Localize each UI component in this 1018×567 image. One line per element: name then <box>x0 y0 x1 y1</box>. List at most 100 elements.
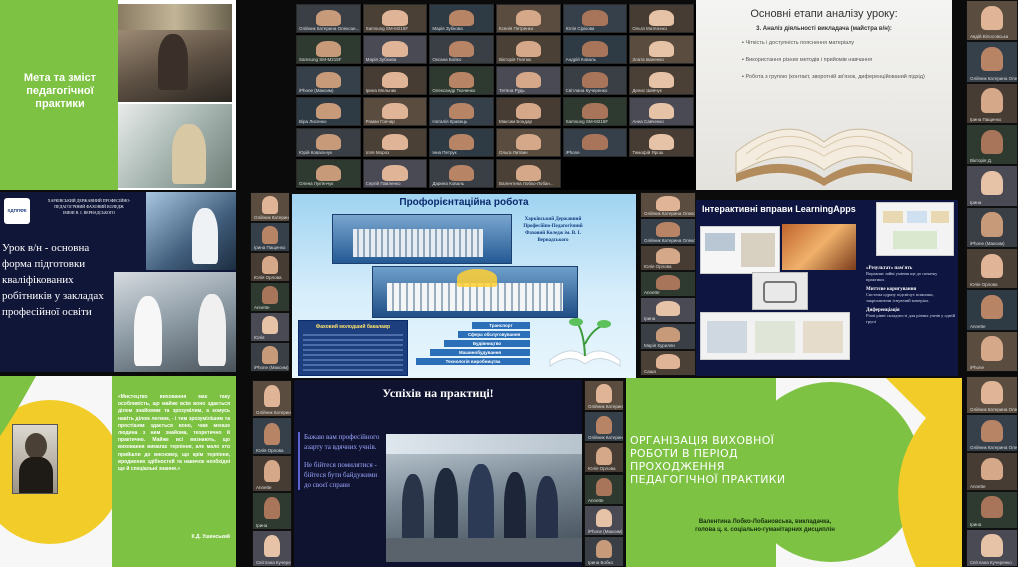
participant-tile[interactable]: Олійник Катерина Олексан... <box>585 381 623 411</box>
participant-tile[interactable]: Юлія Орлова <box>641 245 695 270</box>
lab-photo-bottom <box>118 104 232 188</box>
feature-item: Миттєве коригування Система одразу підсв… <box>866 287 934 303</box>
participant-tile[interactable]: Денис Шевчук <box>629 66 694 95</box>
participant-tile[interactable]: Ірина Мельник <box>362 66 428 95</box>
participant-tile[interactable]: Ольга Литвин <box>496 128 561 157</box>
participant-tile[interactable]: Тетяна Рудь <box>496 66 561 95</box>
participant-name: Максим Бондар <box>499 119 533 124</box>
participant-tile[interactable]: Анна Савченко <box>629 97 694 126</box>
participant-tile[interactable]: Валентина Лобко-Лобан... <box>496 159 561 188</box>
participant-name: Валентина Лобко-Лобан... <box>499 181 554 186</box>
participant-name: Annette <box>588 497 604 503</box>
participant-tile[interactable]: Annette <box>967 290 1017 330</box>
participant-tile[interactable]: Annette <box>967 453 1017 490</box>
participant-tile[interactable]: Віра Лисенко <box>296 97 361 126</box>
participant-name: Annette <box>256 485 272 491</box>
participant-tile[interactable]: Світлана Кучеренко <box>253 530 291 566</box>
participant-tile[interactable]: Олійник Катерина Олексан... <box>253 381 291 417</box>
participant-tile[interactable]: Юлія <box>251 313 289 341</box>
participant-tile[interactable]: Оксана Бойко <box>429 35 494 64</box>
participant-tile[interactable]: iPhone (Максим) <box>967 207 1017 247</box>
quote-panel: «Мистецтво виховання має таку особливіст… <box>112 376 236 567</box>
participant-tile[interactable]: Вікторія Д. <box>967 125 1017 165</box>
participant-tile[interactable]: Марія Зубкова <box>362 35 428 64</box>
participant-tile[interactable]: Марія Курилян <box>641 324 695 349</box>
participant-tile[interactable]: Ірина <box>967 166 1017 206</box>
participant-tile[interactable]: Олійник Катерина Олексан... <box>967 415 1017 452</box>
participant-tile[interactable]: Злата Іваненко <box>629 35 694 64</box>
participant-name: Олійник Катерина Олексан... <box>970 75 1017 81</box>
participant-tile[interactable]: Олійник Катерина Олексан... <box>641 193 695 218</box>
participant-tile[interactable]: Роман Гончар <box>362 97 428 126</box>
participant-video <box>582 9 608 27</box>
participant-tile[interactable]: iPhone (Максим) <box>585 505 623 535</box>
participant-tile[interactable]: Annette <box>251 283 289 311</box>
participant-name: Юлія Орлова <box>254 275 282 280</box>
participant-tile[interactable]: Ірина Бобко <box>585 536 623 566</box>
participant-tile[interactable]: Юлія Орлова <box>251 253 289 281</box>
participant-tile[interactable]: iPhone (Максим) <box>296 66 361 95</box>
participant-tile[interactable]: Ксенія Петренко <box>496 4 561 33</box>
participant-tile[interactable]: Ірина <box>967 491 1017 528</box>
participant-video <box>315 133 341 151</box>
participant-name: Олійник Катерина Олексан... <box>256 410 291 416</box>
participant-tile[interactable]: Дарина Коваль <box>429 159 494 188</box>
participant-tile[interactable]: iPhone <box>967 331 1017 371</box>
app-screenshot-1 <box>876 202 954 256</box>
participant-tile[interactable]: Ірина <box>641 298 695 323</box>
participant-video <box>582 40 608 58</box>
participant-tile[interactable]: Олійник Катерина Олексан... <box>967 42 1017 82</box>
participant-video <box>582 133 608 151</box>
college-name: Харківський Державний Професійно-Педагог… <box>523 217 583 243</box>
participant-tile[interactable]: Тимофій Ярош <box>629 128 694 157</box>
participant-tile[interactable]: Юлія Орлова <box>253 418 291 454</box>
participant-tile[interactable]: Сергій Павленко <box>362 159 428 188</box>
participant-tile[interactable]: Авдій Вілосовська <box>967 1 1017 41</box>
participant-tile[interactable]: Наталія Кравець <box>429 97 494 126</box>
participant-tile[interactable]: Samsung SM-M215F <box>362 4 428 33</box>
participant-tile[interactable]: iPhone (Максим) <box>251 343 289 371</box>
participant-gallery: Олійник Катерина Олексан... Samsung SM-M2… <box>296 4 696 190</box>
participant-video <box>981 495 1003 519</box>
participant-name: Ірина Мельник <box>365 88 397 93</box>
participant-tile[interactable]: Світлана Кучеренко <box>967 529 1017 566</box>
participant-tile[interactable]: Андрій Коваль <box>562 35 628 64</box>
participant-tile[interactable]: Samsung SM-M215F <box>296 35 361 64</box>
participant-tile[interactable]: Олійник Катерина Олексан... <box>641 219 695 244</box>
participant-tile[interactable]: Вікторія Гнатюк <box>496 35 561 64</box>
participant-tile[interactable]: Олена Лук'янчук <box>296 159 361 188</box>
participant-tile[interactable]: Максим Бондар <box>496 97 561 126</box>
participant-tile[interactable]: Ірина Пащенко <box>967 83 1017 123</box>
participant-tile[interactable]: Юрій Ковальчук <box>296 128 361 157</box>
participant-tile[interactable]: Олійник Катерина Олексан... <box>251 193 289 221</box>
slide-learningapps: Інтерактивні вправи LearningApps «Резуль… <box>696 200 958 376</box>
participant-video <box>656 353 680 369</box>
participant-tile[interactable]: Annette <box>585 474 623 504</box>
career-step: Сфера обслуговування <box>458 331 530 338</box>
app-screenshot-2 <box>700 226 780 274</box>
participant-video <box>649 102 675 120</box>
participant-video <box>656 327 680 343</box>
participant-tile[interactable]: Юлія Орлова <box>585 443 623 473</box>
participant-tile[interactable]: iPhone <box>562 128 628 157</box>
participant-tile[interactable]: Ілля Мороз <box>362 128 428 157</box>
participant-tile[interactable]: Samsung SM-M215F <box>562 97 628 126</box>
participant-tile[interactable]: Світлана Кучеренко <box>562 66 628 95</box>
participant-tile[interactable]: Ірина Пащенко <box>251 223 289 251</box>
participant-tile[interactable]: Олександр Ткаченко <box>429 66 494 95</box>
participant-tile[interactable]: Марія Зубкова <box>429 4 494 33</box>
bullet-item: ▪ Робота з групою (контакт, зворотній зв… <box>742 74 925 80</box>
participant-tile[interactable]: Юлія Орлова <box>967 249 1017 289</box>
participant-tile[interactable]: Annette <box>253 455 291 492</box>
participant-tile[interactable]: Ольга Матвієнко <box>629 4 694 33</box>
participant-tile[interactable]: Саша <box>641 350 695 375</box>
participant-tile[interactable]: Ірина <box>253 493 291 529</box>
participant-tile[interactable]: Олійник Катерина Олексан... <box>967 377 1017 414</box>
slide-purpose: Мета та зміст педагогічної практики <box>0 0 236 190</box>
participant-tile[interactable]: Олійник Катерина Олексан... <box>296 4 361 33</box>
participant-tile[interactable]: Олійник Катерина Олексан... <box>585 412 623 442</box>
participant-tile[interactable]: Інна Петрук <box>429 128 494 157</box>
participant-name: Ірина <box>970 521 982 527</box>
participant-tile[interactable]: Annette <box>641 271 695 297</box>
participant-tile[interactable]: Юлія Сірікова <box>562 4 628 33</box>
